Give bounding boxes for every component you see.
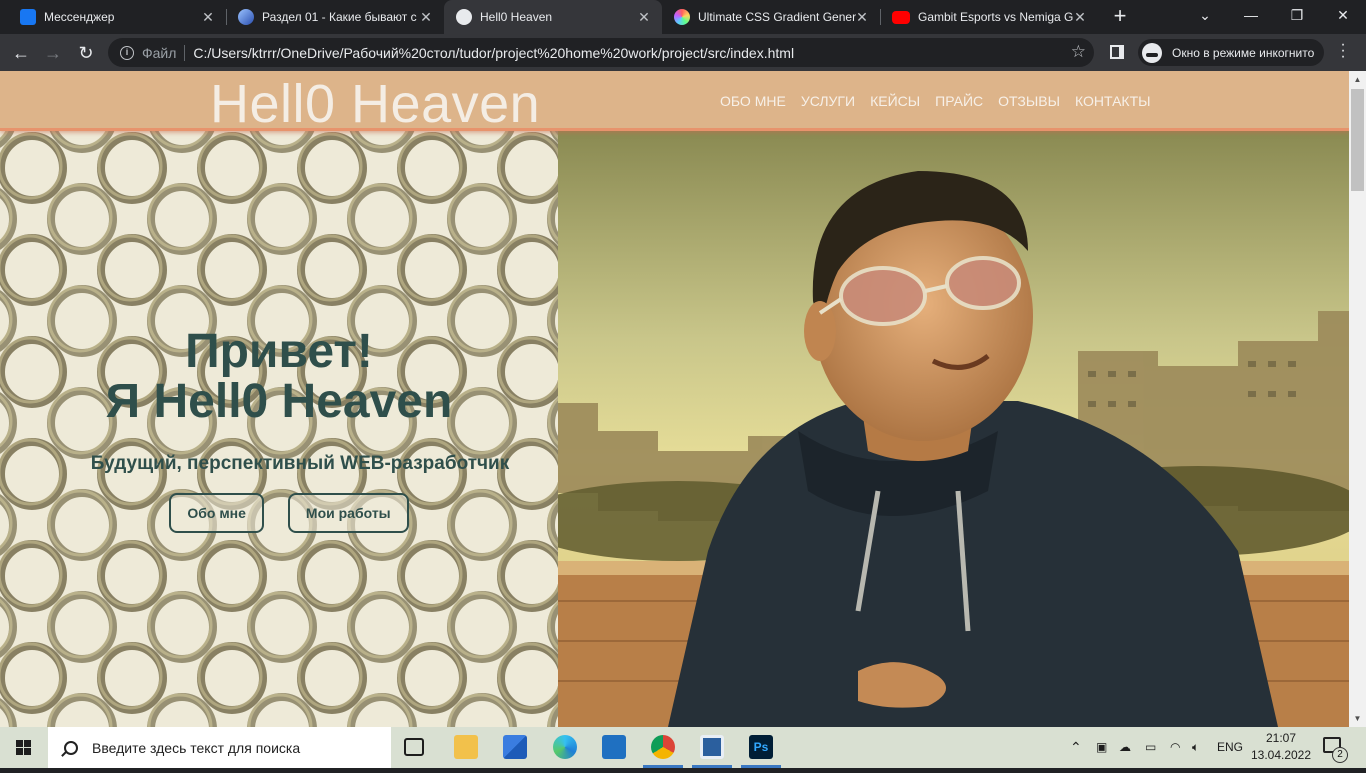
tab-title: Мессенджер [44, 10, 115, 24]
site-logo[interactable]: Hell0 Heaven [210, 73, 540, 135]
task-view-icon[interactable] [404, 738, 424, 756]
mail-icon[interactable] [602, 735, 626, 759]
hero-title-line1: Привет! [185, 325, 373, 378]
search-icon [64, 740, 78, 755]
about-me-button[interactable]: Обо мне [169, 493, 264, 533]
close-window-button[interactable]: ✕ [1320, 0, 1366, 30]
nav-link-reviews[interactable]: ОТЗЫВЫ [998, 93, 1060, 109]
hero-left-panel: Привет! Я Hell0 Heaven Будущий, перспект… [0, 131, 558, 727]
side-panel-icon[interactable] [1110, 45, 1124, 59]
tab-title: Gambit Esports vs Nemiga G [918, 10, 1074, 24]
close-icon[interactable]: ✕ [200, 9, 216, 25]
incognito-label: Окно в режиме инкогнито [1172, 45, 1315, 60]
tab-razdel[interactable]: Раздел 01 - Какие бывают с ✕ [226, 0, 444, 34]
my-works-button[interactable]: Мои работы [287, 493, 409, 533]
tab-messenger[interactable]: Мессенджер ✕ [8, 0, 226, 34]
chrome-icon[interactable] [651, 735, 675, 759]
hero-buttons: Обо мне Мои работы [20, 493, 558, 533]
youtube-icon [892, 10, 910, 24]
scroll-up-icon[interactable]: ▲ [1349, 71, 1366, 88]
info-icon[interactable]: i [120, 45, 134, 60]
minimize-button[interactable]: — [1228, 0, 1274, 30]
taskbar-search-box[interactable]: Введите здесь текст для поиска [48, 727, 391, 768]
browser-menu-icon[interactable]: · · · [1340, 37, 1346, 65]
windows-taskbar: Введите здесь текст для поиска Ps ⌃ ▣ ☁ … [0, 727, 1366, 768]
nav-link-services[interactable]: УСЛУГИ [801, 93, 855, 109]
scroll-down-icon[interactable]: ▼ [1349, 710, 1366, 727]
edge-browser-icon[interactable] [553, 735, 577, 759]
incognito-icon [1142, 42, 1162, 63]
page-scrollbar[interactable]: ▲ ▼ [1349, 71, 1366, 727]
address-url[interactable]: C:/Users/ktrrr/OneDrive/Рабочий%20стол/t… [193, 45, 794, 61]
system-clock[interactable]: 21:07 13.04.2022 [1248, 730, 1314, 764]
hero-title: Привет! Я Hell0 Heaven [0, 327, 558, 427]
clock-time: 21:07 [1265, 731, 1297, 745]
close-icon[interactable]: ✕ [854, 9, 870, 25]
language-indicator[interactable]: ENG [1217, 727, 1243, 768]
file-explorer-icon[interactable] [454, 735, 478, 759]
address-bar[interactable]: i Файл C:/Users/ktrrr/OneDrive/Рабочий%2… [108, 38, 1094, 67]
address-divider [184, 44, 186, 61]
back-arrow-icon[interactable]: ← [8, 40, 34, 66]
messenger-icon [20, 9, 36, 25]
reload-icon[interactable]: ↻ [73, 40, 99, 66]
wifi-icon[interactable]: ◠ [1170, 727, 1180, 768]
clock-date: 13.04.2022 [1250, 748, 1312, 762]
tab-title: Ultimate CSS Gradient Gener [698, 10, 856, 24]
tab-search-button[interactable]: ⌄ [1182, 0, 1228, 30]
hero-title-line2: Я Hell0 Heaven [105, 375, 453, 428]
close-icon[interactable]: ✕ [1072, 9, 1088, 25]
notification-count-badge: 2 [1332, 747, 1348, 763]
brackets-editor-icon[interactable] [700, 735, 724, 759]
hero-content: Привет! Я Hell0 Heaven Будущий, перспект… [0, 327, 558, 533]
nav-link-about[interactable]: ОБО МНЕ [720, 93, 786, 109]
site-header: Hell0 Heaven ОБО МНЕ УСЛУГИ КЕЙСЫ ПРАЙС … [0, 71, 1349, 134]
photoshop-icon[interactable]: Ps [749, 735, 773, 759]
browser-tab-strip: Мессенджер ✕ Раздел 01 - Какие бывают с … [0, 0, 1366, 34]
tab-css-gradient[interactable]: Ultimate CSS Gradient Gener ✕ [662, 0, 880, 34]
page-viewport: Hell0 Heaven ОБО МНЕ УСЛУГИ КЕЙСЫ ПРАЙС … [0, 71, 1349, 727]
tray-chevron-icon[interactable]: ⌃ [1070, 727, 1082, 768]
nav-link-contacts[interactable]: КОНТАКТЫ [1075, 93, 1151, 109]
search-placeholder: Введите здесь текст для поиска [92, 739, 301, 756]
close-icon[interactable]: ✕ [636, 9, 652, 25]
browser-toolbar: ← → ↻ i Файл C:/Users/ktrrr/OneDrive/Раб… [0, 34, 1366, 71]
skillbox-icon [238, 9, 254, 25]
globe-icon [456, 9, 472, 25]
new-tab-button[interactable]: + [1108, 5, 1132, 29]
microsoft-store-icon[interactable] [503, 735, 527, 759]
address-scheme: Файл [142, 44, 177, 61]
maximize-button[interactable]: ❐ [1274, 0, 1320, 30]
portrait-photo [558, 131, 1349, 727]
bookmark-star-icon[interactable]: ☆ [1071, 42, 1086, 62]
tab-title: Раздел 01 - Какие бывают с [262, 10, 417, 24]
nav-link-price[interactable]: ПРАЙС [935, 93, 983, 109]
volume-icon[interactable]: 🔈︎ [1192, 727, 1199, 768]
hero-subtitle: Будущий, перспективный WEB-разработчик [90, 453, 510, 474]
start-button[interactable] [0, 727, 48, 768]
main-nav: ОБО МНЕ УСЛУГИ КЕЙСЫ ПРАЙС ОТЗЫВЫ КОНТАК… [720, 93, 1151, 109]
tab-title: Hell0 Heaven [480, 10, 553, 24]
meet-now-icon[interactable]: ▣ [1096, 727, 1107, 768]
tab-hell0-heaven[interactable]: Hell0 Heaven ✕ [444, 0, 662, 34]
incognito-indicator[interactable]: Окно в режиме инкогнито [1138, 39, 1325, 66]
forward-arrow-icon[interactable]: → [40, 40, 66, 66]
gradient-icon [674, 9, 690, 25]
windows-logo-icon [16, 740, 31, 755]
hero-photo [558, 131, 1349, 727]
onedrive-icon[interactable]: ☁ [1119, 727, 1131, 768]
nav-link-cases[interactable]: КЕЙСЫ [870, 93, 920, 109]
battery-icon[interactable]: ▭ [1145, 727, 1156, 768]
close-icon[interactable]: ✕ [418, 9, 434, 25]
tab-youtube[interactable]: Gambit Esports vs Nemiga G ✕ [880, 0, 1098, 34]
scrollbar-thumb[interactable] [1351, 89, 1364, 191]
